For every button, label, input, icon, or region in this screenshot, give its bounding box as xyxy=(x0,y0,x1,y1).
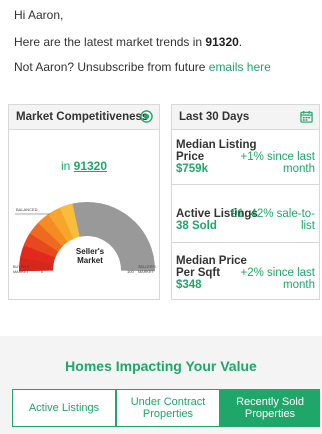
greeting-text: Hi Aaron, xyxy=(14,8,64,22)
last-30-days-header: Last 30 Days xyxy=(172,105,319,130)
intro-text: Here are the latest market trends in 913… xyxy=(14,35,242,49)
buyers-label-2: MARKET xyxy=(13,270,30,274)
gauge-center-label-1: Seller's xyxy=(76,247,105,256)
median-listing-price-change-1: +1% since last xyxy=(240,151,315,163)
tab-recently-sold[interactable]: Recently Sold Properties xyxy=(220,389,320,427)
sellers-label-2: MARKET xyxy=(138,270,155,274)
median-price-sqft-change-1: +2% since last xyxy=(240,267,315,279)
sellers-label-1: SELLER'S xyxy=(138,265,156,269)
active-listings-change: 91, 42% sale-to- list xyxy=(231,208,315,232)
last-30-days-card: Last 30 Days Median Listing Price $759k … xyxy=(171,104,320,300)
median-price-sqft-change-2: month xyxy=(283,279,315,291)
tab-active-listings-label: Active Listings xyxy=(28,402,100,414)
tab-under-contract[interactable]: Under Contract Properties xyxy=(116,389,220,427)
median-listing-price-change: +1% since last month xyxy=(241,151,315,175)
homes-section-title: Homes Impacting Your Value xyxy=(65,358,257,374)
gauge-max-tick: 100 xyxy=(127,269,134,274)
median-price-sqft-change: +2% since last month xyxy=(241,267,315,291)
unsubscribe-text: Not Aaron? Unsubscribe from future xyxy=(14,60,209,74)
median-listing-price-row: Median Listing Price $759k +1% since las… xyxy=(172,131,319,183)
market-competitiveness-header: Market Competitiveness xyxy=(9,105,159,130)
last-30-days-title: Last 30 Days xyxy=(179,111,250,123)
tab-active-listings[interactable]: Active Listings xyxy=(12,389,116,427)
median-listing-price-change-2: month xyxy=(283,163,315,175)
median-price-sqft-label: Median Price Per Sqft $348 xyxy=(176,255,247,291)
unsubscribe-link[interactable]: emails here xyxy=(209,60,271,74)
unsubscribe-line: Not Aaron? Unsubscribe from future email… xyxy=(14,60,271,74)
buyers-label-1: BUYER'S xyxy=(13,265,30,269)
intro-text-end: . xyxy=(238,35,243,49)
intro-text-body: Here are the latest market trends in xyxy=(14,35,206,49)
calendar-icon[interactable] xyxy=(300,110,313,126)
median-price-sqft-label-1: Median Price xyxy=(176,255,247,267)
tab-recently-sold-label-1: Recently Sold xyxy=(236,396,304,408)
active-listings-change-2: list xyxy=(300,220,315,232)
median-price-sqft-label-2: Per Sqft xyxy=(176,267,221,279)
market-competitiveness-title: Market Competitiveness xyxy=(16,111,149,123)
market-competitiveness-card: Market Competitiveness in 91320 Seller's… xyxy=(8,104,160,300)
median-price-sqft-value: $348 xyxy=(176,279,202,291)
competitiveness-gauge: Seller's Market BALANCED BUYER'S MARKET … xyxy=(13,201,156,274)
active-listings-row: Active Listings 38 Sold 91, 42% sale-to-… xyxy=(172,184,319,241)
median-listing-price-label-1: Median Listing xyxy=(176,139,257,151)
tab-under-contract-label-1: Under Contract xyxy=(130,396,206,408)
tab-recently-sold-label-2: Properties xyxy=(244,408,296,420)
active-listings-change-1: 91, 42% sale-to- xyxy=(231,208,315,220)
gauge-center-label-2: Market xyxy=(77,256,103,265)
intro-zip: 91320 xyxy=(205,35,239,49)
tab-under-contract-label-2: Properties xyxy=(142,408,194,420)
target-icon[interactable] xyxy=(140,110,153,126)
balanced-label: BALANCED xyxy=(16,207,38,212)
median-price-sqft-row: Median Price Per Sqft $348 +2% since las… xyxy=(172,242,319,299)
